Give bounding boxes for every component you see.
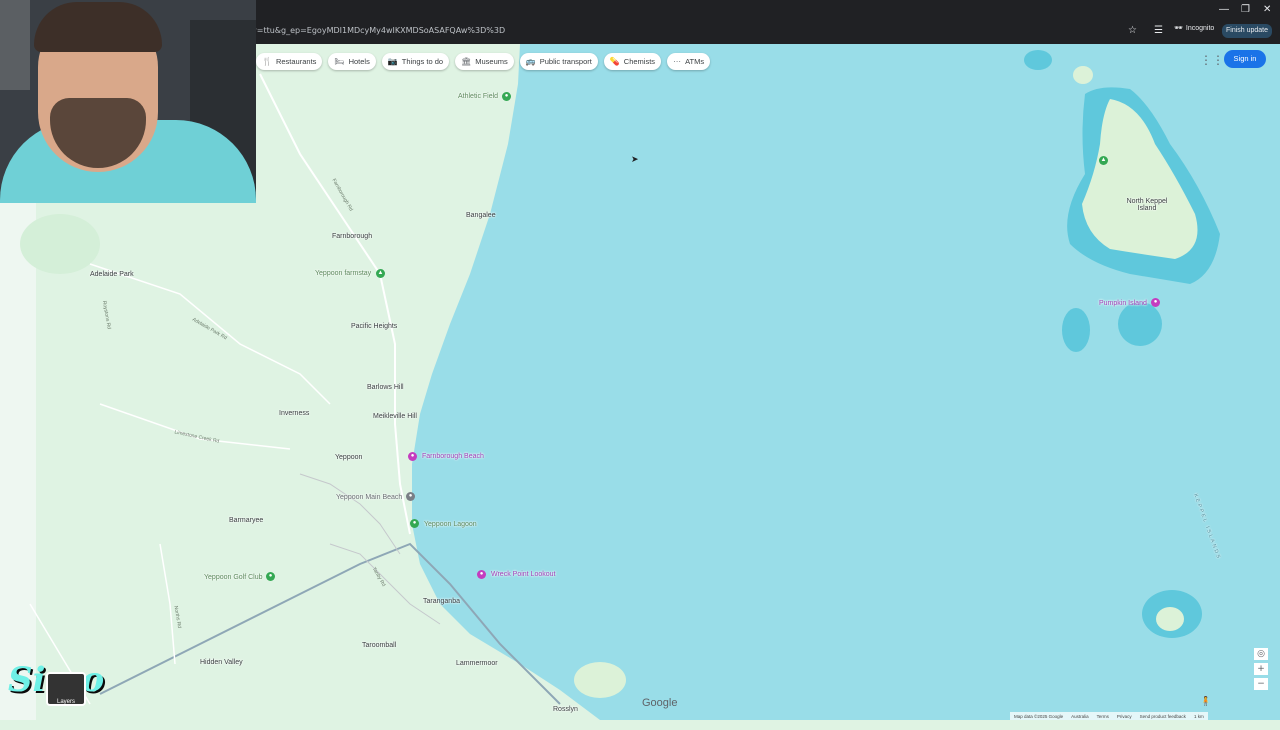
place-taranganba[interactable]: Taranganba — [423, 598, 460, 605]
square-rocks-reef — [1062, 308, 1090, 352]
map-controls: ◎ + − — [1254, 648, 1268, 690]
sign-in-button[interactable]: Sign in — [1224, 50, 1266, 68]
mouse-cursor-icon: ➤ — [631, 154, 639, 164]
google-logo: Google — [642, 697, 678, 709]
category-chips: 🍴 Restaurants 🛏 Hotels 📷 Things to do 🏛 Muse… — [256, 53, 711, 70]
place-adelaide-park[interactable]: Adelaide Park — [90, 271, 134, 278]
footer-feedback[interactable]: Send product feedback — [1140, 714, 1186, 719]
bus-icon: 🚌 — [525, 57, 536, 66]
finish-update-button[interactable]: Finish update — [1222, 24, 1272, 38]
chip-label: Hotels — [348, 57, 370, 66]
pumpkin-island-reef — [1118, 302, 1162, 346]
place-bangalee[interactable]: Bangalee — [466, 212, 496, 219]
bed-icon: 🛏 — [334, 57, 345, 66]
chip-label: Restaurants — [275, 57, 317, 66]
webcam-overlay — [0, 0, 256, 203]
place-inverness[interactable]: Inverness — [279, 410, 309, 417]
chip-chemists[interactable]: 💊 Chemists — [603, 53, 662, 70]
place-barlows-hill[interactable]: Barlows Hill — [367, 384, 404, 391]
golf-icon[interactable]: ● — [266, 572, 275, 581]
chip-atms[interactable]: ··· ATMs — [667, 53, 711, 70]
place-wreck-point-lookout[interactable]: Wreck Point Lookout — [491, 571, 555, 578]
resort-icon[interactable]: ● — [1151, 298, 1160, 307]
footer-privacy[interactable]: Privacy — [1117, 714, 1132, 719]
zoom-in-button[interactable]: + — [1254, 663, 1268, 675]
close-icon[interactable]: ✕ — [1263, 4, 1271, 15]
footer-scale[interactable]: 1 km — [1194, 714, 1204, 719]
beach-icon[interactable]: ● — [408, 452, 417, 461]
place-farnborough-beach[interactable]: Farnborough Beach — [422, 453, 484, 460]
place-yeppoon-main-beach[interactable]: Yeppoon Main Beach — [336, 494, 402, 501]
place-yeppoon-farmstay[interactable]: Yeppoon farmstay — [315, 270, 371, 277]
place-barmaryee[interactable]: Barmaryee — [229, 517, 263, 524]
museum-icon: 🏛 — [461, 57, 472, 66]
place-hidden-valley[interactable]: Hidden Valley — [200, 659, 243, 666]
place-rosslyn[interactable]: Rosslyn — [553, 706, 578, 713]
my-location-icon[interactable]: ◎ — [1254, 648, 1268, 660]
chip-things-to-do[interactable]: 📷 Things to do — [381, 53, 450, 70]
incognito-label: Incognito — [1185, 24, 1215, 32]
campground-icon[interactable]: ▲ — [1099, 156, 1108, 165]
webcam-shelf — [0, 0, 30, 90]
small-island — [1073, 66, 1093, 84]
chip-hotels[interactable]: 🛏 Hotels — [328, 53, 376, 70]
place-athletic-field[interactable]: Athletic Field — [458, 93, 498, 100]
keppel-island-land — [1156, 607, 1184, 631]
address-bar[interactable]: y=ttu&g_ep=EgoyMDI1MDcyMy4wIKXMDSoASAFQA… — [252, 22, 1132, 40]
park-icon[interactable]: ● — [502, 92, 511, 101]
chip-label: Things to do — [401, 57, 444, 66]
place-yeppoon[interactable]: Yeppoon — [335, 454, 362, 461]
footer-terms[interactable]: Terms — [1097, 714, 1109, 719]
place-pacific-heights[interactable]: Pacific Heights — [351, 323, 397, 330]
footer-country[interactable]: Australia — [1071, 714, 1089, 719]
incognito-indicator[interactable]: 🕶 Incognito — [1174, 24, 1215, 33]
fork-knife-icon: 🍴 — [262, 57, 272, 66]
green-patch — [20, 214, 100, 274]
chip-label: Museums — [475, 57, 508, 66]
place-pumpkin-island[interactable]: Pumpkin Island — [1099, 300, 1147, 307]
minimize-icon[interactable]: — — [1219, 4, 1229, 15]
webcam-hair — [34, 2, 162, 52]
place-lammermoor[interactable]: Lammermoor — [456, 660, 498, 667]
farmstay-icon[interactable]: ▲ — [376, 269, 385, 278]
incognito-icon: 🕶 — [1174, 25, 1183, 32]
layers-button[interactable]: Layers — [46, 672, 86, 706]
maximize-icon[interactable]: ❐ — [1241, 4, 1250, 15]
tab-search-icon[interactable]: ☰ — [1154, 25, 1163, 36]
headland-south — [574, 662, 626, 698]
chip-public-transport[interactable]: 🚌 Public transport — [519, 53, 598, 70]
chip-museums[interactable]: 🏛 Museums — [455, 53, 514, 70]
pharmacy-icon: 💊 — [609, 57, 620, 66]
chip-label: Public transport — [539, 57, 592, 66]
reef-north — [1024, 50, 1052, 70]
main-beach-icon[interactable]: ● — [406, 492, 415, 501]
zoom-out-button[interactable]: − — [1254, 678, 1268, 690]
chip-restaurants[interactable]: 🍴 Restaurants — [256, 53, 323, 70]
map-footer: Map data ©2025 Google Australia Terms Pr… — [1010, 712, 1208, 720]
lookout-icon[interactable]: ● — [477, 570, 486, 579]
lagoon-icon[interactable]: ● — [410, 519, 419, 528]
chip-label: ATMs — [685, 57, 705, 66]
camera-icon: 📷 — [387, 57, 398, 66]
bookmark-star-icon[interactable]: ☆ — [1128, 25, 1137, 36]
more-icon: ··· — [673, 57, 682, 66]
place-north-keppel-island[interactable]: North Keppel Island — [1122, 198, 1172, 212]
place-yeppoon-golf-club[interactable]: Yeppoon Golf Club — [204, 574, 263, 581]
place-yeppoon-lagoon[interactable]: Yeppoon Lagoon — [424, 521, 477, 528]
place-farnborough[interactable]: Farnborough — [332, 233, 372, 240]
place-meikleville-hill[interactable]: Meikleville Hill — [373, 413, 417, 420]
place-taroomball[interactable]: Taroomball — [362, 642, 396, 649]
chip-label: Chemists — [623, 57, 656, 66]
footer-map-data: Map data ©2025 Google — [1014, 713, 1064, 719]
pegman-icon[interactable]: 🧍 — [1200, 696, 1211, 707]
